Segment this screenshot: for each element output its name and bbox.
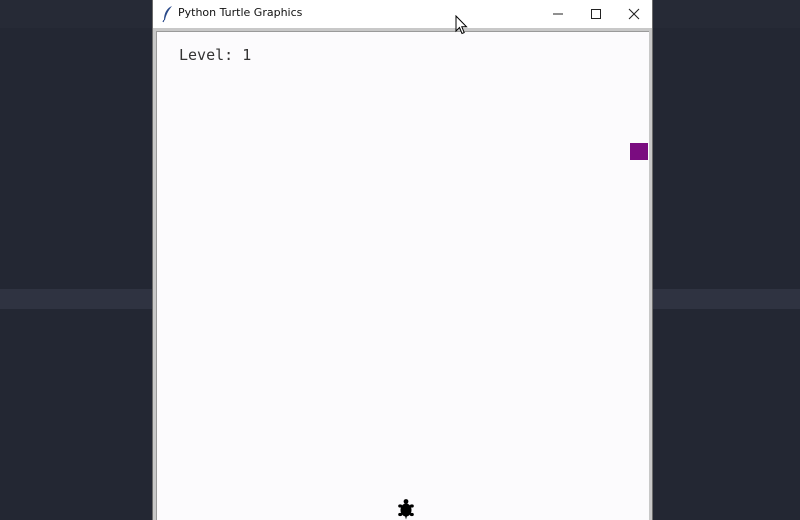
turtle-icon <box>398 499 414 520</box>
maximize-icon <box>591 9 601 19</box>
canvas-frame: Level: 1 <box>153 28 652 520</box>
car-block <box>630 143 648 160</box>
turtle-graphics-window: Python Turtle Graphics Level: 1 <box>152 0 653 520</box>
desktop: Python Turtle Graphics Level: 1 <box>0 0 800 520</box>
mouse-cursor-icon <box>455 15 468 35</box>
window-title: Python Turtle Graphics <box>178 6 303 19</box>
minimize-button[interactable] <box>539 0 577 28</box>
minimize-icon <box>553 13 563 15</box>
level-indicator: Level: 1 <box>179 46 252 64</box>
maximize-button[interactable] <box>577 0 615 28</box>
feather-icon <box>161 5 175 23</box>
close-icon <box>628 8 640 20</box>
window-titlebar[interactable]: Python Turtle Graphics <box>153 0 652 28</box>
close-button[interactable] <box>615 0 653 28</box>
game-canvas[interactable]: Level: 1 <box>156 31 649 520</box>
